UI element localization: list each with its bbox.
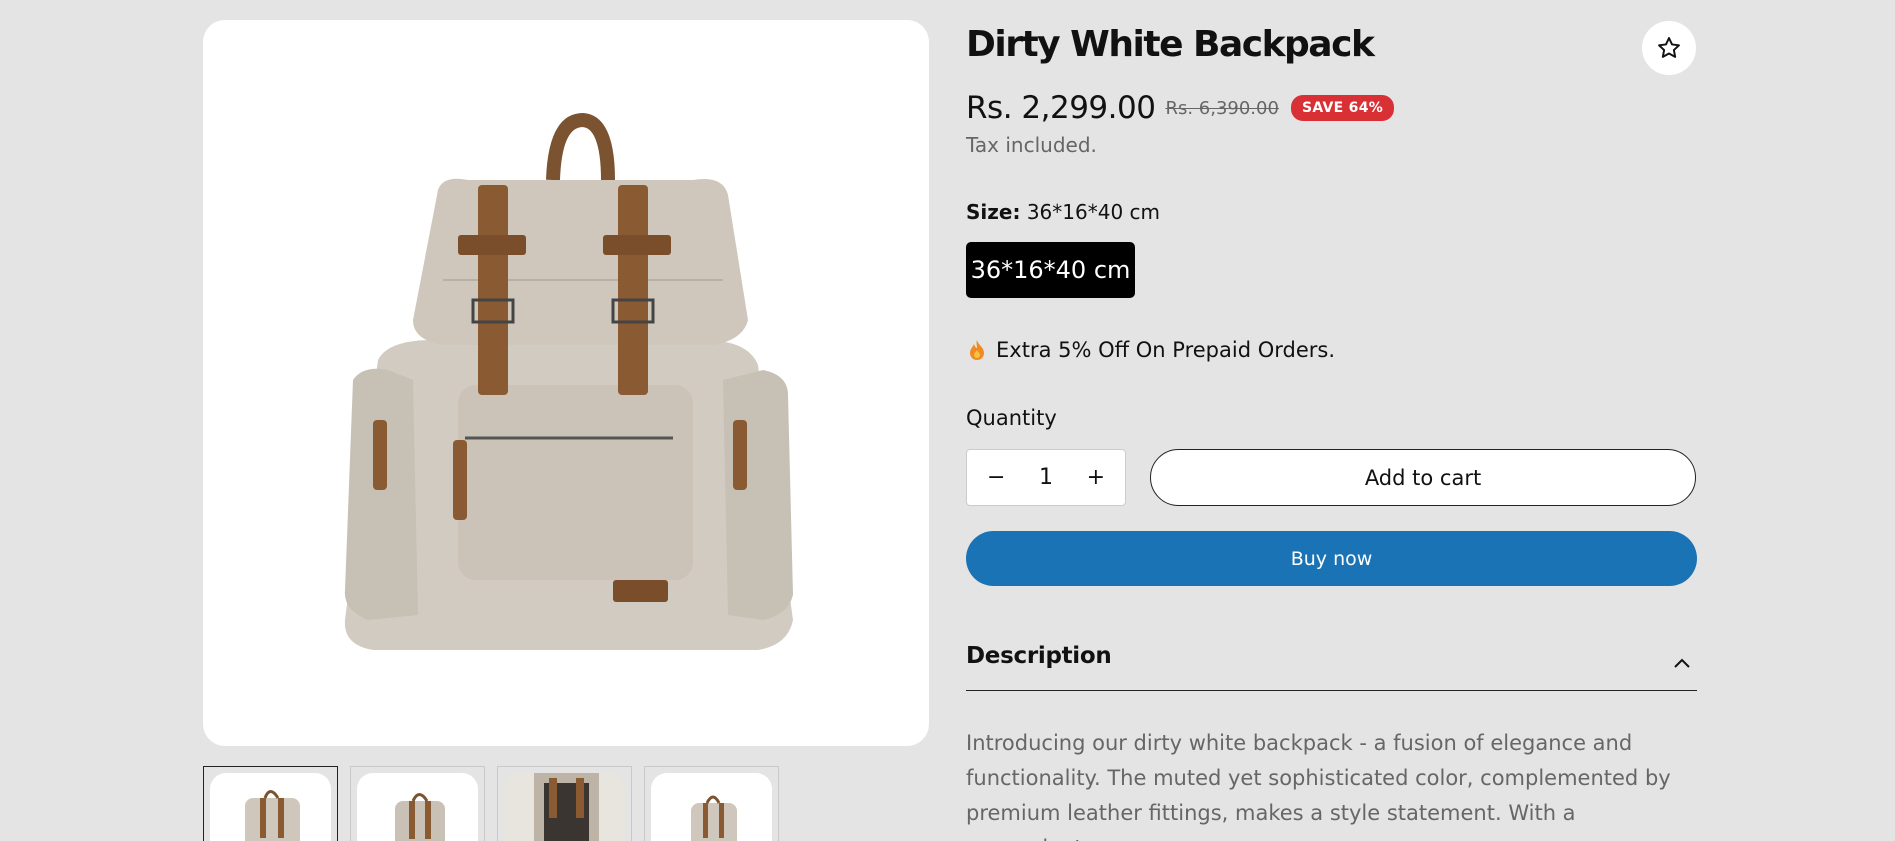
thumbnail-strip <box>203 766 779 841</box>
description-body: Introducing our dirty white backpack - a… <box>966 726 1697 841</box>
promo-text: Extra 5% Off On Prepaid Orders. <box>996 338 1336 362</box>
save-badge: SAVE 64% <box>1290 95 1395 121</box>
size-label: Size: 36*16*40 cm <box>966 200 1160 224</box>
product-title: Dirty White Backpack <box>966 24 1375 65</box>
backpack-image <box>344 112 793 650</box>
wishlist-button[interactable] <box>1642 21 1696 75</box>
description-line: functionality. The muted yet sophisticat… <box>966 766 1671 790</box>
compare-price: Rs. 6,390.00 <box>1165 97 1279 119</box>
size-option-selected[interactable]: 36*16*40 cm <box>966 242 1135 298</box>
buy-now-button[interactable]: Buy now <box>966 531 1697 586</box>
quantity-label: Quantity <box>966 406 1057 430</box>
thumbnail-4[interactable] <box>644 766 779 841</box>
description-line: premium leather fittings, makes a style … <box>966 801 1576 841</box>
fire-icon <box>970 340 984 360</box>
product-main-image[interactable] <box>203 20 929 746</box>
description-heading: Description <box>966 643 1112 669</box>
thumbnail-3[interactable] <box>497 766 632 841</box>
thumbnail-1[interactable] <box>203 766 338 841</box>
sale-price: Rs. 2,299.00 <box>966 90 1156 126</box>
add-to-cart-button[interactable]: Add to cart <box>1150 449 1696 506</box>
size-label-key: Size: <box>966 200 1021 224</box>
description-toggle[interactable]: Description <box>966 643 1697 691</box>
quantity-increase-button[interactable]: + <box>1087 465 1105 490</box>
size-label-value: 36*16*40 cm <box>1026 200 1161 224</box>
description-line: Introducing our dirty white backpack - a… <box>966 731 1633 755</box>
quantity-decrease-button[interactable]: − <box>987 465 1005 490</box>
quantity-stepper: − 1 + <box>966 449 1126 506</box>
thumbnail-2[interactable] <box>350 766 485 841</box>
promo-banner: Extra 5% Off On Prepaid Orders. <box>968 338 1335 362</box>
tax-note: Tax included. <box>966 133 1097 157</box>
quantity-input[interactable]: 1 <box>1039 465 1053 490</box>
star-icon <box>1658 37 1680 58</box>
price-row: Rs. 2,299.00 Rs. 6,390.00 SAVE 64% <box>966 90 1395 126</box>
chevron-up-icon <box>1674 658 1690 668</box>
